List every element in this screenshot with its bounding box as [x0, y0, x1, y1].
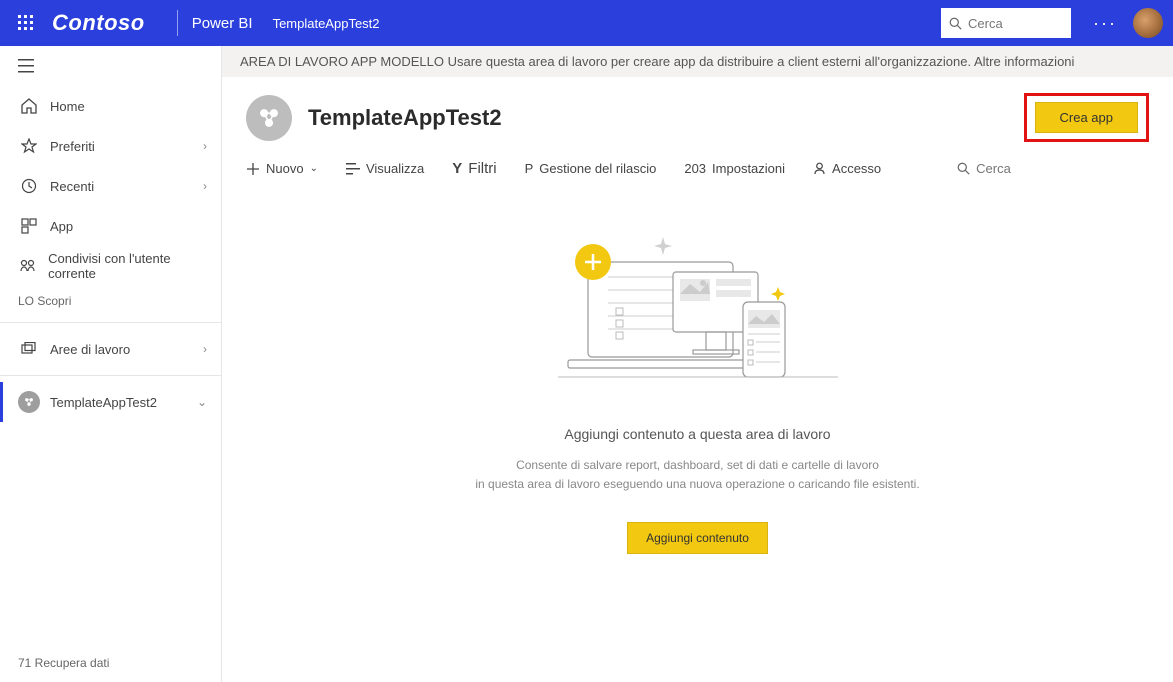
add-content-button[interactable]: Aggiungi contenuto	[627, 522, 768, 554]
share-icon	[18, 258, 38, 274]
nav-apps[interactable]: App	[0, 206, 221, 246]
header-bar: Contoso Power BI TemplateAppTest2 ···	[0, 0, 1173, 46]
info-banner: AREA DI LAVORO APP MODELLO Usare questa …	[222, 46, 1173, 77]
banner-link[interactable]: Altre informazioni	[974, 54, 1074, 69]
workspaces-icon	[18, 342, 40, 356]
person-icon	[813, 162, 826, 175]
action-label: Gestione del rilascio	[539, 161, 656, 176]
nav-label: Condivisi con l'utente corrente	[48, 251, 207, 281]
chevron-right-icon: ›	[203, 139, 207, 153]
action-filters[interactable]: Y Filtri	[452, 160, 496, 177]
sidebar-footer[interactable]: 71 Recupera dati	[0, 644, 221, 682]
nav-label: App	[50, 219, 73, 234]
empty-title: Aggiungi contenuto a questa area di lavo…	[564, 426, 830, 442]
nav-favorites[interactable]: Preferiti ›	[0, 126, 221, 166]
chevron-right-icon: ›	[203, 179, 207, 193]
divider	[0, 375, 221, 376]
nav-workspaces[interactable]: Aree di lavoro ›	[0, 329, 221, 369]
apps-icon	[18, 218, 40, 234]
nav-discover[interactable]: LO Scopri	[0, 286, 221, 316]
release-icon: P	[525, 161, 534, 176]
action-view[interactable]: Visualizza	[346, 161, 424, 176]
nav-home[interactable]: Home	[0, 86, 221, 126]
app-launcher-icon[interactable]	[10, 7, 42, 39]
workspace-icon	[18, 391, 40, 413]
global-search-input[interactable]	[968, 16, 1058, 31]
action-label: Nuovo	[266, 161, 304, 176]
list-icon	[346, 163, 360, 175]
product-name[interactable]: Power BI	[192, 15, 253, 32]
plus-icon	[246, 162, 260, 176]
nav-active-workspace[interactable]: TemplateAppTest2 ⌄	[0, 382, 221, 422]
nav-label: Recenti	[50, 179, 94, 194]
user-avatar[interactable]	[1133, 8, 1163, 38]
nav-label: Preferiti	[50, 139, 95, 154]
workspace-avatar	[246, 95, 292, 141]
action-bar: Nuovo ⌄ Visualizza Y Filtri P Gestione d…	[222, 152, 1173, 192]
search-icon	[957, 162, 970, 175]
action-label: Filtri	[468, 160, 496, 177]
create-app-button[interactable]: Crea app	[1035, 102, 1138, 133]
workspace-header: TemplateAppTest2 Crea app	[222, 77, 1173, 152]
banner-text: Usare questa area di lavoro per creare a…	[444, 54, 974, 69]
create-app-highlight: Crea app	[1024, 93, 1149, 142]
banner-prefix: AREA DI LAVORO APP MODELLO	[240, 54, 444, 69]
empty-state: Aggiungi contenuto a questa area di lavo…	[222, 192, 1173, 682]
more-button[interactable]: ···	[1083, 13, 1127, 34]
action-label: Impostazioni	[712, 161, 785, 176]
action-label: Accesso	[832, 161, 881, 176]
empty-illustration	[558, 232, 838, 402]
chevron-right-icon: ›	[203, 342, 207, 356]
action-access[interactable]: Accesso	[813, 161, 881, 176]
action-label: Visualizza	[366, 161, 424, 176]
hamburger-icon[interactable]	[0, 46, 221, 86]
action-release[interactable]: P Gestione del rilascio	[525, 161, 657, 176]
sidebar: Home Preferiti › Recenti › App Condivisi…	[0, 46, 222, 682]
action-search-input[interactable]	[976, 161, 1066, 176]
action-settings[interactable]: 203 Impostazioni	[684, 161, 785, 176]
nav-label: Home	[50, 99, 85, 114]
nav-label: TemplateAppTest2	[50, 395, 157, 410]
nav-label: Aree di lavoro	[50, 342, 130, 357]
brand-logo[interactable]: Contoso	[52, 10, 145, 36]
workspace-title: TemplateAppTest2	[308, 105, 502, 131]
breadcrumb[interactable]: TemplateAppTest2	[273, 16, 380, 31]
chevron-down-icon: ⌄	[310, 163, 318, 174]
global-search[interactable]	[941, 8, 1071, 38]
settings-prefix: 203	[684, 161, 706, 176]
main-content: AREA DI LAVORO APP MODELLO Usare questa …	[222, 46, 1173, 682]
nav-recent[interactable]: Recenti ›	[0, 166, 221, 206]
search-icon	[949, 17, 968, 30]
nav-shared[interactable]: Condivisi con l'utente corrente	[0, 246, 221, 286]
action-new[interactable]: Nuovo ⌄	[246, 161, 318, 176]
chevron-down-icon: ⌄	[197, 395, 207, 409]
action-search[interactable]	[957, 161, 1066, 176]
filter-icon: Y	[452, 160, 462, 177]
empty-description: Consente di salvare report, dashboard, s…	[475, 456, 919, 494]
star-icon	[18, 138, 40, 154]
home-icon	[18, 98, 40, 114]
clock-icon	[18, 178, 40, 194]
divider	[177, 10, 178, 36]
divider	[0, 322, 221, 323]
